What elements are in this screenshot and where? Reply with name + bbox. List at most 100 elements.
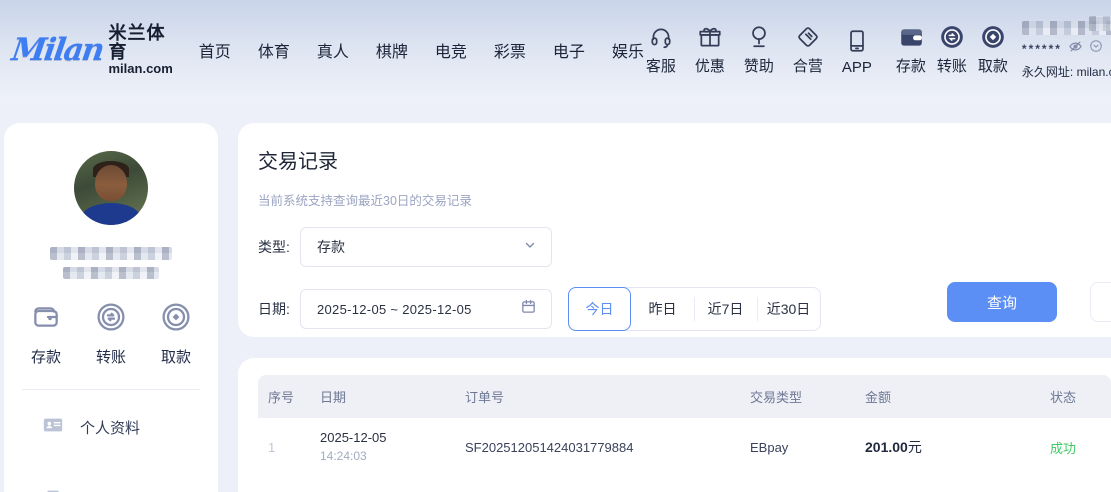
cell-type: EBpay [750, 439, 789, 455]
date-range-input[interactable]: 2025-12-05 ~ 2025-12-05 [300, 289, 552, 329]
range-yesterday-button[interactable]: 昨日 [631, 288, 694, 330]
sidebar-quick-actions: 存款 转账 取款 [4, 301, 218, 367]
header-deposit-button[interactable]: 存款 [894, 24, 928, 76]
partner-button[interactable]: 合营 [791, 24, 825, 76]
date-label: 日期: [258, 301, 290, 317]
wallet-action-group: 存款 转账 取款 [894, 24, 1010, 76]
nav-item-sports[interactable]: 体育 [258, 38, 290, 62]
masked-profile-name [50, 247, 172, 260]
type-filter-row: 类型: 存款 [258, 227, 1111, 267]
table-row: 1 2025-12-05 14:24:03 SF2025120514240317… [258, 418, 1111, 476]
transaction-table: 序号 日期 订单号 交易类型 金额 状态 1 2025-12-05 14:24:… [258, 375, 1111, 476]
id-card-icon [42, 414, 64, 441]
headset-icon [648, 24, 674, 50]
sponsor-button[interactable]: 赞助 [742, 24, 776, 76]
nav-item-lottery[interactable]: 彩票 [494, 38, 526, 62]
page-subtitle: 当前系统支持查询最近30日的交易记录 [258, 194, 472, 208]
gift-icon [697, 24, 723, 50]
transfer-coin-icon [939, 24, 965, 50]
masked-profile-balance [63, 267, 159, 279]
range-7days-button[interactable]: 近7日 [694, 288, 757, 330]
brand-name-cn: 米兰体育 [108, 23, 166, 63]
cell-date-value: 2025-12-05 [320, 430, 387, 446]
avatar[interactable] [74, 151, 148, 225]
sidebar-deposit-button[interactable]: 存款 [30, 301, 62, 367]
cell-date: 2025-12-05 14:24:03 [320, 429, 465, 464]
sidebar-transfer-label: 转账 [95, 349, 126, 366]
range-30days-button[interactable]: 近30日 [757, 288, 820, 330]
header-withdraw-button[interactable]: 取款 [976, 24, 1010, 76]
partner-diamond-icon [795, 24, 821, 50]
cell-order-no: SF202512051424031779884 [465, 439, 634, 455]
nav-item-slots[interactable]: 电子 [553, 38, 585, 62]
header-transfer-button[interactable]: 转账 [935, 24, 969, 76]
nav-item-entertainment[interactable]: 娱乐 [612, 38, 644, 62]
type-select[interactable]: 存款 [300, 227, 552, 267]
sidebar-item-vip[interactable]: VIP特权 [42, 487, 218, 492]
cell-status: 成功 [1050, 440, 1077, 456]
promo-button[interactable]: 优惠 [693, 24, 727, 76]
col-date: 日期 [320, 390, 347, 405]
sidebar-withdraw-button[interactable]: 取款 [160, 301, 192, 367]
calendar-icon [520, 298, 537, 320]
header-action-group: 客服 优惠 赞助 合营 APP [644, 24, 874, 76]
cell-amount-value: 201.00 [865, 439, 908, 455]
cell-time-value: 14:24:03 [320, 449, 367, 463]
col-index: 序号 [268, 390, 295, 405]
wallet-outline-icon [30, 301, 62, 338]
date-range-value: 2025-12-05 ~ 2025-12-05 [317, 301, 472, 317]
support-button[interactable]: 客服 [644, 24, 678, 76]
sidebar-withdraw-label: 取款 [160, 349, 191, 366]
wallet-filled-icon [898, 24, 924, 50]
brand-domain: milan.com [108, 61, 173, 77]
support-label: 客服 [645, 58, 676, 75]
withdraw-rings-icon [160, 301, 192, 338]
chevron-down-icon [523, 238, 537, 257]
type-select-value: 存款 [317, 239, 345, 255]
nav-item-live[interactable]: 真人 [317, 38, 349, 62]
brand-logo[interactable]: Milan 米兰体育 milan.com [9, 24, 173, 75]
phone-icon [844, 28, 870, 54]
date-range-presets: 今日 昨日 近7日 近30日 [568, 287, 821, 331]
sidebar-item-profile[interactable]: 个人资料 [42, 414, 218, 441]
avatar-jersey [82, 203, 140, 225]
trophy-icon [746, 24, 772, 50]
sidebar-profile-label: 个人资料 [80, 420, 141, 437]
promo-label: 优惠 [694, 58, 725, 75]
masked-balance: ****** [1021, 41, 1062, 56]
transaction-filter-card: 交易记录 当前系统支持查询最近30日的交易记录 类型: 存款 日期: 2025-… [238, 123, 1111, 337]
avatar-face [95, 165, 127, 201]
page-title: 交易记录 [258, 151, 338, 173]
query-button[interactable]: 查询 [947, 282, 1057, 322]
cell-amount-unit: 元 [907, 439, 922, 455]
profile-sidebar: 存款 转账 取款 个人资料 VIP特权 [4, 123, 218, 492]
sidebar-deposit-label: 存款 [30, 349, 61, 366]
col-order-no: 订单号 [465, 390, 505, 405]
eye-off-icon[interactable] [1068, 39, 1083, 59]
type-label: 类型: [258, 239, 290, 255]
table-header-row: 序号 日期 订单号 交易类型 金额 状态 [258, 375, 1111, 418]
corner-blur-block [1089, 16, 1111, 31]
sidebar-transfer-button[interactable]: 转账 [95, 301, 127, 367]
main-nav: 首页 体育 真人 棋牌 电竞 彩票 电子 娱乐 [199, 38, 644, 62]
cell-amount: 201.00元 [865, 437, 1050, 457]
sponsor-label: 赞助 [743, 58, 774, 75]
nav-item-home[interactable]: 首页 [199, 38, 231, 62]
transfer-rings-icon [95, 301, 127, 338]
secondary-button-partial[interactable] [1090, 282, 1111, 322]
app-button[interactable]: APP [840, 28, 874, 76]
brand-logo-text: 米兰体育 milan.com [109, 24, 173, 75]
range-today-button[interactable]: 今日 [568, 287, 631, 331]
chevron-circle-icon[interactable] [1089, 39, 1103, 58]
app-label: APP [841, 59, 872, 76]
nav-item-board[interactable]: 棋牌 [376, 38, 408, 62]
vip-diamond-icon [42, 487, 64, 492]
col-status: 状态 [1050, 390, 1077, 405]
sidebar-menu: 个人资料 VIP特权 [4, 390, 218, 492]
header-transfer-label: 转账 [936, 58, 967, 75]
brand-logo-script: Milan [9, 31, 106, 68]
nav-item-esports[interactable]: 电竞 [435, 38, 467, 62]
withdraw-coin-icon [980, 24, 1006, 50]
col-type: 交易类型 [750, 390, 803, 405]
header-withdraw-label: 取款 [977, 58, 1008, 75]
